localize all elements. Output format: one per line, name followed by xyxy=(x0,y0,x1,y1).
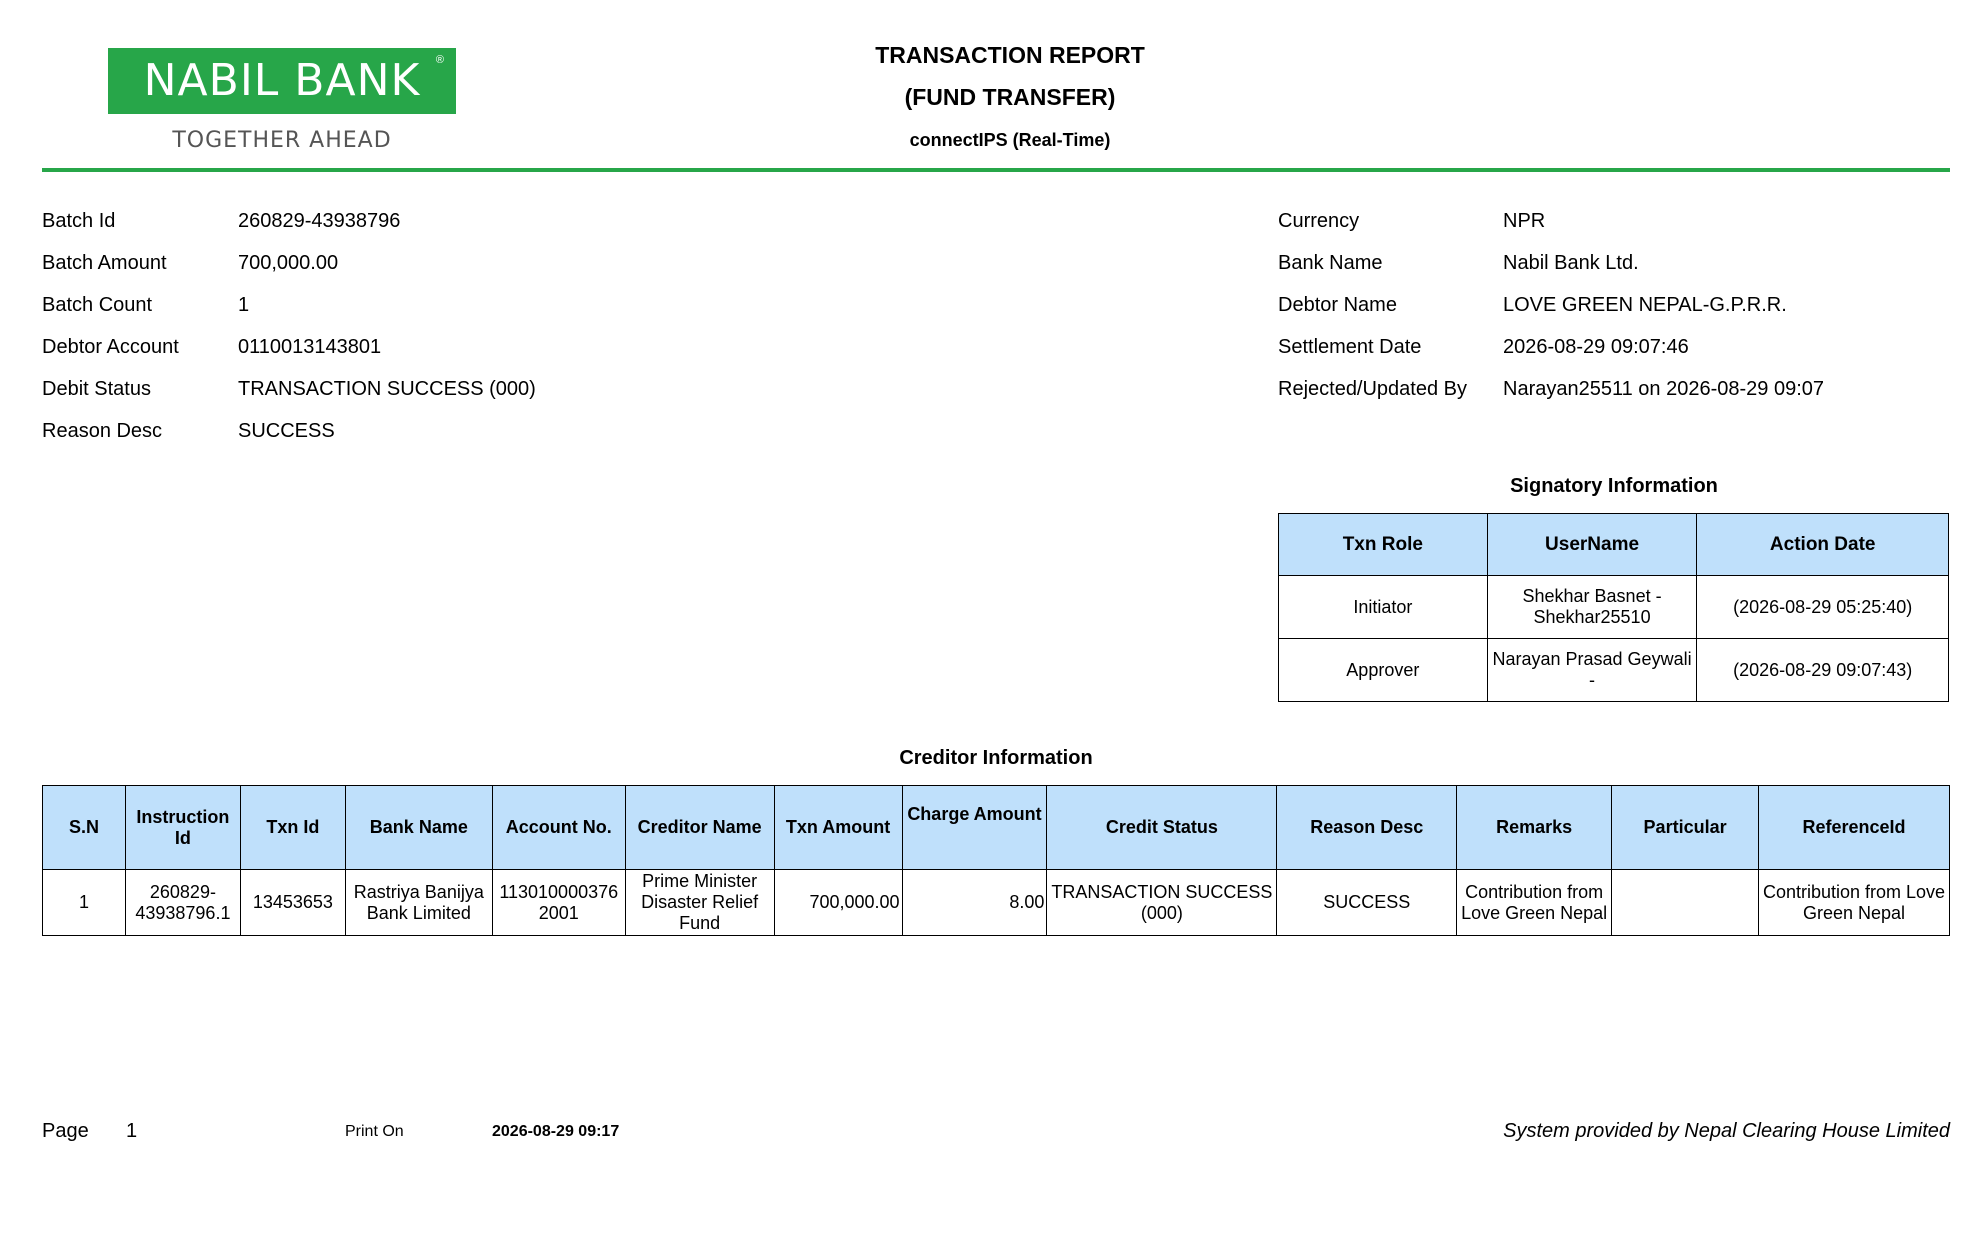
remarks-cell: Contribution from Love Green Nepal xyxy=(1456,869,1613,936)
field-value: LOVE GREEN NEPAL-G.P.R.R. xyxy=(1503,294,1787,316)
field-label: Debtor Name xyxy=(1278,294,1397,316)
column-header: ReferenceId xyxy=(1758,785,1950,870)
bank-name-cell: Rastriya Banijya Bank Limited xyxy=(344,869,493,936)
txn-role-cell: Initiator xyxy=(1278,575,1488,639)
column-header: Particular xyxy=(1611,785,1760,870)
print-date: 2026-08-29 09:17 xyxy=(492,1123,620,1140)
field-label: Settlement Date xyxy=(1278,336,1422,358)
column-header: Instruction Id xyxy=(124,785,241,870)
account-no-cell: 1130100003762001 xyxy=(491,869,626,936)
field-value: 0110013143801 xyxy=(238,336,382,358)
bank-logo: NABIL BANK ® xyxy=(108,48,456,114)
report-channel: connectIPS (Real-Time) xyxy=(909,130,1111,150)
field-label: Batch Count xyxy=(42,294,153,316)
field-value: Narayan25511 on 2026-08-29 09:07 xyxy=(1503,378,1824,400)
field-label: Reason Desc xyxy=(42,420,163,442)
field-value: 260829-43938796 xyxy=(238,210,401,232)
column-header: Charge Amount xyxy=(901,785,1048,870)
action-date-cell: (2026-08-29 09:07:43) xyxy=(1696,638,1949,702)
creditor-table: S.N Instruction Id Txn Id Bank Name Acco… xyxy=(42,785,1950,936)
report-subtitle: (FUND TRANSFER) xyxy=(904,84,1116,110)
column-header: Txn Role xyxy=(1278,513,1488,576)
column-header: Reason Desc xyxy=(1276,785,1458,870)
column-header: S.N xyxy=(42,785,126,870)
table-header-row: Txn Role UserName Action Date xyxy=(1278,513,1949,576)
column-header: Txn Amount xyxy=(773,785,903,870)
particular-cell xyxy=(1611,869,1760,936)
logo-registered-mark: ® xyxy=(435,54,444,66)
field-label: Currency xyxy=(1278,210,1360,232)
print-label: Print On xyxy=(345,1123,404,1140)
column-header: Credit Status xyxy=(1046,785,1278,870)
provider-note: System provided by Nepal Clearing House … xyxy=(1503,1120,1950,1142)
page-label: Page xyxy=(42,1120,89,1142)
table-header-row: S.N Instruction Id Txn Id Bank Name Acco… xyxy=(42,785,1950,870)
reference-id-cell: Contribution from Love Green Nepal xyxy=(1758,869,1950,936)
column-header: Creditor Name xyxy=(624,785,775,870)
table-row: Initiator Shekhar Basnet - Shekhar25510 … xyxy=(1278,575,1949,639)
field-label: Bank Name xyxy=(1278,252,1383,274)
field-value: 700,000.00 xyxy=(238,252,339,274)
txn-role-cell: Approver xyxy=(1278,638,1488,702)
username-cell: Shekhar Basnet - Shekhar25510 xyxy=(1486,575,1698,639)
column-header: Txn Id xyxy=(239,785,346,870)
field-value: 1 xyxy=(238,294,250,316)
logo-text: NABIL BANK xyxy=(143,55,421,106)
report-title: TRANSACTION REPORT xyxy=(875,42,1145,68)
field-value: Nabil Bank Ltd. xyxy=(1503,252,1639,274)
signatory-table: Txn Role UserName Action Date Initiator … xyxy=(1278,513,1949,702)
creditor-title: Creditor Information xyxy=(899,747,1093,769)
txn-id-cell: 13453653 xyxy=(239,869,346,936)
logo-tagline: TOGETHER AHEAD xyxy=(172,128,392,153)
field-value: SUCCESS xyxy=(238,420,335,442)
field-label: Debtor Account xyxy=(42,336,179,358)
creditor-name-cell: Prime Minister Disaster Relief Fund xyxy=(624,869,775,936)
field-label: Rejected/Updated By xyxy=(1278,378,1468,400)
sn-cell: 1 xyxy=(42,869,126,936)
field-value: 2026-08-29 09:07:46 xyxy=(1503,336,1689,358)
page-number: 1 xyxy=(126,1120,138,1142)
txn-amount-cell: 700,000.00 xyxy=(773,869,903,936)
column-header: Remarks xyxy=(1456,785,1613,870)
signatory-title: Signatory Information xyxy=(1510,475,1718,497)
instruction-id-cell: 260829-43938796.1 xyxy=(124,869,241,936)
field-value: TRANSACTION SUCCESS (000) xyxy=(238,378,536,400)
field-label: Batch Id xyxy=(42,210,116,232)
username-cell: Narayan Prasad Geywali - xyxy=(1486,638,1698,702)
column-header: Action Date xyxy=(1696,513,1949,576)
credit-status-cell: TRANSACTION SUCCESS (000) xyxy=(1046,869,1278,936)
charge-amount-cell: 8.00 xyxy=(901,869,1048,936)
action-date-cell: (2026-08-29 05:25:40) xyxy=(1696,575,1949,639)
column-header: Bank Name xyxy=(344,785,493,870)
field-label: Debit Status xyxy=(42,378,151,400)
table-row: Approver Narayan Prasad Geywali - (2026-… xyxy=(1278,638,1949,702)
field-label: Batch Amount xyxy=(42,252,167,274)
field-value: NPR xyxy=(1503,210,1546,232)
header-divider xyxy=(42,168,1950,172)
column-header: UserName xyxy=(1486,513,1698,576)
table-row: 1 260829-43938796.1 13453653 Rastriya Ba… xyxy=(42,869,1950,936)
column-header: Account No. xyxy=(491,785,626,870)
reason-desc-cell: SUCCESS xyxy=(1276,869,1458,936)
